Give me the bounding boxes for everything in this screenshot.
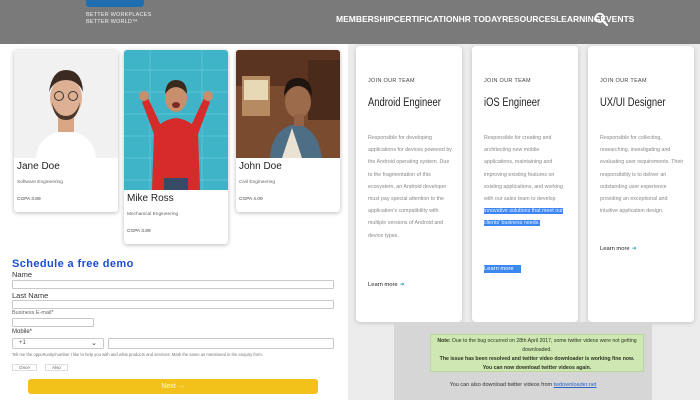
logo-tagline: BETTER WORKPLACES BETTER WORLD™ [86,12,152,25]
job-eyebrow: JOIN OUR TEAM [484,78,531,84]
radio-option-once[interactable]: Once [12,364,37,371]
name-label: Name [12,270,33,279]
job-card-android[interactable]: JOIN OUR TEAM Android Engineer Responsib… [356,46,462,322]
nav-membership[interactable]: MEMBERSHIP [336,14,394,24]
radio-group: Once Also [12,364,68,371]
job-eyebrow: JOIN OUR TEAM [600,78,647,84]
country-code-value: +1 [19,340,26,346]
notice-box: Note: Due to the bug occurred on 28th Ap… [430,334,644,372]
job-card-ios[interactable]: JOIN OUR TEAM iOS Engineer Responsible f… [472,46,578,322]
profile-gpa: CGPA 3.89 [127,229,151,234]
profile-gpa: CGPA 3.89 [17,197,41,202]
arrow-right-icon: ➜ [631,246,637,252]
form-note: Tell me the opportunity/number I like to… [12,352,263,357]
email-label: Business E-mail* [12,310,54,316]
profile-card-jane[interactable]: Jane Doe Software Engineering CGPA 3.89 [14,50,118,212]
profile-gpa: CGPA 4.09 [239,197,263,202]
radio-option-also[interactable]: Also [44,364,68,371]
email-input[interactable] [12,318,94,327]
learn-more-link[interactable]: Learn more ➜ [368,282,405,288]
job-card-uxui[interactable]: JOIN OUR TEAM UX/UI Designer Responsible… [588,46,694,322]
profile-card-mike[interactable]: Mike Ross Mechanical Engineering CGPA 3.… [124,50,228,244]
notice-text-1: Due to the bug occurred on 28th April 20… [452,338,637,353]
notice-text-2: The issue has been resolved and twitter … [439,356,635,371]
nav-resources[interactable]: RESOURCES [502,14,556,24]
selected-text: innovative solutions that meet our clien… [484,208,563,227]
mobile-input[interactable] [108,338,334,349]
profile-photo [124,50,228,190]
profile-card-john[interactable]: John Doe Civil Engineering CGPA 4.09 [236,50,340,212]
profile-major: Mechanical Engineering [127,212,179,217]
search-icon[interactable] [594,12,608,26]
job-description: Responsible for creating and architectin… [484,135,563,227]
mobile-label: Mobile* [12,329,33,335]
download-link[interactable]: twdownloader.net [554,382,597,388]
site-header: BETTER WORKPLACES BETTER WORLD™ MEMBERSH… [0,0,700,44]
job-title: iOS Engineer [484,97,541,109]
learn-more-link[interactable]: Learn more ➜ [600,246,637,252]
profile-name: Mike Ross [127,193,174,204]
notice-label: Note: [437,338,451,344]
last-name-input[interactable] [12,300,334,309]
last-name-label: Last Name [12,291,49,300]
nav-hr-today[interactable]: HR TODAY [459,14,502,24]
arrow-right-icon: ➜ [515,266,521,272]
profile-name: John Doe [239,161,282,172]
job-description: Responsible for collecting, researching,… [600,135,684,215]
job-description: Responsible for developing applications … [368,135,452,239]
form-title: Schedule a free demo [12,258,134,270]
profile-major: Civil Engineering [239,180,275,185]
logo-mark [86,0,144,7]
country-code-select[interactable]: +1 ⌄ [12,338,104,349]
name-input[interactable] [12,280,334,289]
main-nav: MEMBERSHIP CERTIFICATION HR TODAY RESOUR… [336,14,634,24]
download-line: You can also download twitter videos fro… [449,382,597,388]
job-title: Android Engineer [368,97,441,109]
profile-major: Software Engineering [17,180,63,185]
next-button[interactable]: Next → [28,379,318,394]
profile-photo [236,50,340,158]
learn-more-link[interactable]: Learn more ➜ [484,265,521,273]
job-eyebrow: JOIN OUR TEAM [368,78,415,84]
profile-photo [14,50,118,158]
profile-name: Jane Doe [17,161,60,172]
nav-certification[interactable]: CERTIFICATION [394,14,459,24]
chevron-down-icon: ⌄ [91,340,97,347]
job-title: UX/UI Designer [600,97,666,109]
arrow-right-icon: ➜ [399,282,405,288]
